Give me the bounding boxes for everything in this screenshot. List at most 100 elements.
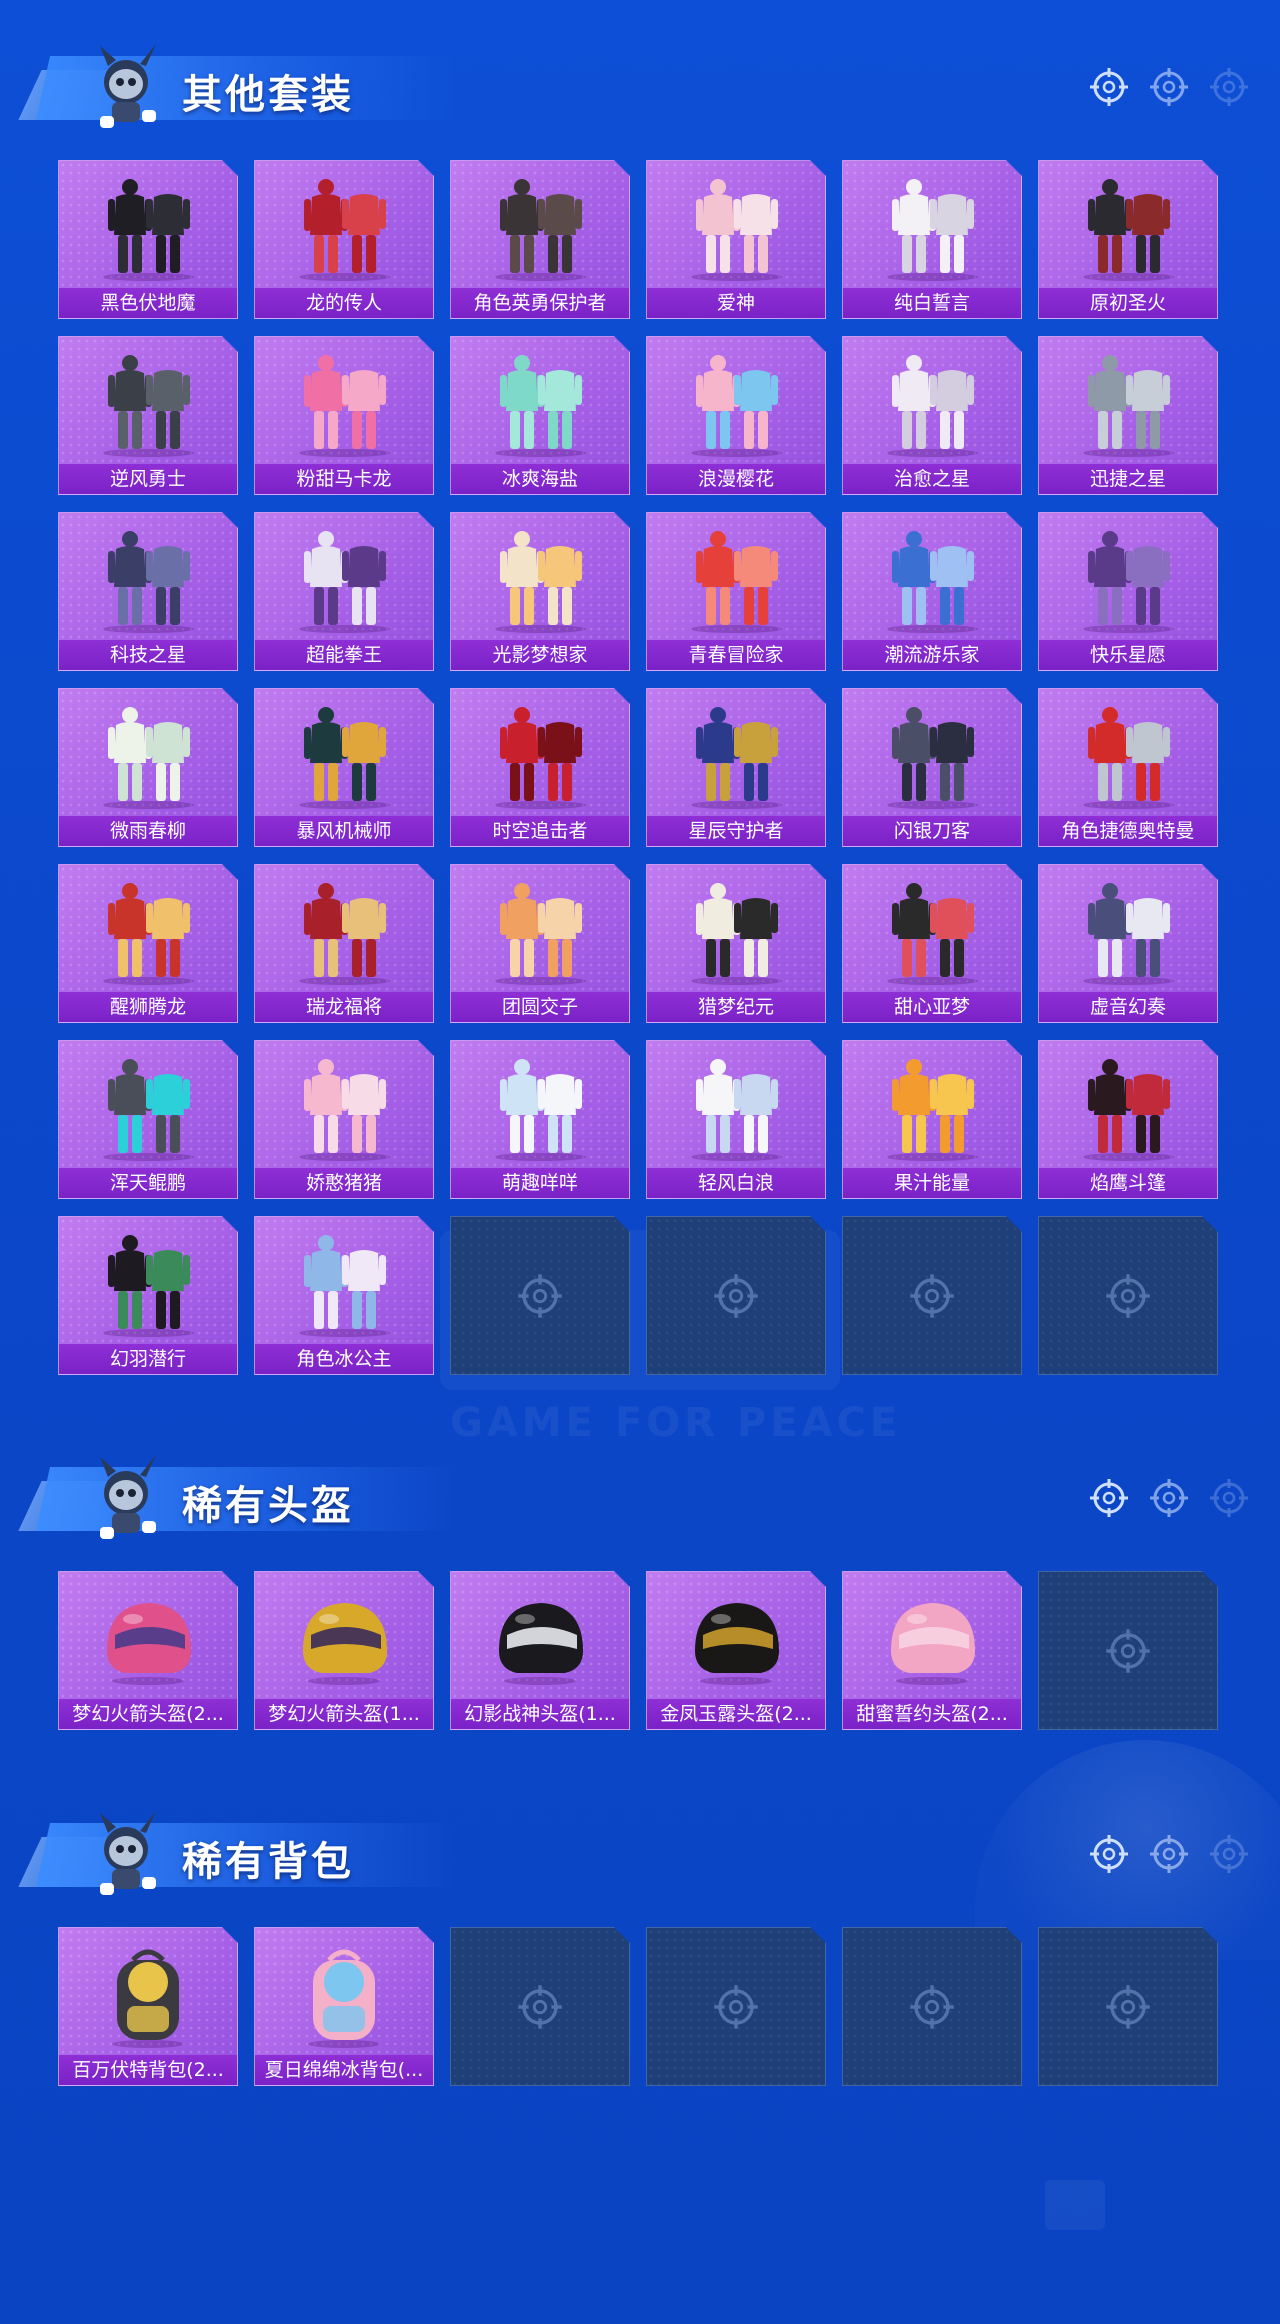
item-card[interactable]: 黑色伏地魔 xyxy=(58,160,238,319)
item-card[interactable]: 微雨春柳 xyxy=(58,688,238,847)
item-card[interactable]: 超能拳王 xyxy=(254,512,434,671)
item-card[interactable]: 幻羽潜行 xyxy=(58,1216,238,1375)
section-header: 稀有背包 xyxy=(0,1797,1280,1907)
item-label: 原初圣火 xyxy=(1039,288,1217,318)
hunter-outfit-icon xyxy=(647,871,825,992)
crosshair-icon xyxy=(1148,66,1190,108)
item-card[interactable]: 浪漫樱花 xyxy=(646,336,826,495)
item-card[interactable]: 果汁能量 xyxy=(842,1040,1022,1199)
item-card[interactable]: 轻风白浪 xyxy=(646,1040,826,1199)
stealth-outfit-icon xyxy=(59,1223,237,1344)
item-card[interactable]: 星辰守护者 xyxy=(646,688,826,847)
cloak-outfit-icon xyxy=(1039,1047,1217,1168)
item-card[interactable]: 角色英勇保护者 xyxy=(450,160,630,319)
item-card[interactable]: 逆风勇士 xyxy=(58,336,238,495)
item-label: 科技之星 xyxy=(59,640,237,670)
empty-slot xyxy=(646,1216,826,1375)
sakura-outfit-icon xyxy=(647,343,825,464)
item-card[interactable]: 粉甜马卡龙 xyxy=(254,336,434,495)
item-card[interactable]: 冰爽海盐 xyxy=(450,336,630,495)
item-card[interactable]: 夏日绵绵冰背包(... xyxy=(254,1927,434,2086)
item-card[interactable]: 百万伏特背包(2... xyxy=(58,1927,238,2086)
section-1: 稀有头盔 梦幻火箭头盔(2... 梦幻火箭头盔(1... 幻影战神头盔(1...… xyxy=(0,1441,1280,1551)
item-label: 果汁能量 xyxy=(843,1168,1021,1198)
empty-slot xyxy=(450,1927,630,2086)
item-card[interactable]: 甜心亚梦 xyxy=(842,864,1022,1023)
icecream-backpack-icon xyxy=(255,1934,433,2055)
item-card[interactable]: 甜蜜誓约头盔(2... xyxy=(842,1571,1022,1730)
item-card[interactable]: 科技之星 xyxy=(58,512,238,671)
blade-outfit-icon xyxy=(843,695,1021,816)
item-card[interactable]: 团圆交子 xyxy=(450,864,630,1023)
pink-bunny-helmet-icon xyxy=(843,1578,1021,1699)
section-header: 稀有头盔 xyxy=(0,1441,1280,1551)
item-label: 时空追击者 xyxy=(451,816,629,846)
boxer-outfit-icon xyxy=(255,519,433,640)
item-card[interactable]: 角色冰公主 xyxy=(254,1216,434,1375)
item-label: 爱神 xyxy=(647,288,825,318)
item-label: 瑞龙福将 xyxy=(255,992,433,1022)
item-label: 微雨春柳 xyxy=(59,816,237,846)
hooded-outfit-icon xyxy=(59,167,237,288)
item-card[interactable]: 角色捷德奥特曼 xyxy=(1038,688,1218,847)
crosshair-decor xyxy=(1088,1477,1250,1519)
empty-slot xyxy=(646,1927,826,2086)
item-label: 潮流游乐家 xyxy=(843,640,1021,670)
item-label: 逆风勇士 xyxy=(59,464,237,494)
empty-slot xyxy=(1038,1216,1218,1375)
item-label: 娇憨猪猪 xyxy=(255,1168,433,1198)
armor-outfit-icon xyxy=(451,167,629,288)
item-label: 迅捷之星 xyxy=(1039,464,1217,494)
item-card[interactable]: 时空追击者 xyxy=(450,688,630,847)
item-label: 治愈之星 xyxy=(843,464,1021,494)
crosshair-icon xyxy=(1088,1833,1130,1875)
item-label: 幻影战神头盔(1... xyxy=(451,1699,629,1729)
item-card[interactable]: 梦幻火箭头盔(2... xyxy=(58,1571,238,1730)
item-card[interactable]: 瑞龙福将 xyxy=(254,864,434,1023)
item-card[interactable]: 快乐星愿 xyxy=(1038,512,1218,671)
pink-helmet-icon xyxy=(59,1578,237,1699)
item-card[interactable]: 潮流游乐家 xyxy=(842,512,1022,671)
crosshair-icon xyxy=(1104,1983,1152,2031)
item-card[interactable]: 纯白誓言 xyxy=(842,160,1022,319)
adventurer-outfit-icon xyxy=(647,519,825,640)
black-helmet-icon xyxy=(451,1578,629,1699)
item-card[interactable]: 萌趣咩咩 xyxy=(450,1040,630,1199)
item-card[interactable]: 猎梦纪元 xyxy=(646,864,826,1023)
crosshair-icon xyxy=(908,1983,956,2031)
breeze-outfit-icon xyxy=(647,1047,825,1168)
item-label: 快乐星愿 xyxy=(1039,640,1217,670)
item-card[interactable]: 虚音幻奏 xyxy=(1038,864,1218,1023)
item-card[interactable]: 浑天鲲鹏 xyxy=(58,1040,238,1199)
item-card[interactable]: 治愈之星 xyxy=(842,336,1022,495)
item-label: 星辰守护者 xyxy=(647,816,825,846)
item-card[interactable]: 金凤玉露头盔(2... xyxy=(646,1571,826,1730)
item-card[interactable]: 爱神 xyxy=(646,160,826,319)
item-card[interactable]: 迅捷之星 xyxy=(1038,336,1218,495)
item-label: 冰爽海盐 xyxy=(451,464,629,494)
item-card[interactable]: 梦幻火箭头盔(1... xyxy=(254,1571,434,1730)
willow-outfit-icon xyxy=(59,695,237,816)
empty-slot xyxy=(842,1216,1022,1375)
item-card[interactable]: 醒狮腾龙 xyxy=(58,864,238,1023)
item-card[interactable]: 暴风机械师 xyxy=(254,688,434,847)
item-card[interactable]: 焰鹰斗篷 xyxy=(1038,1040,1218,1199)
item-label: 猎梦纪元 xyxy=(647,992,825,1022)
item-card[interactable]: 青春冒险家 xyxy=(646,512,826,671)
item-card[interactable]: 闪银刀客 xyxy=(842,688,1022,847)
item-card[interactable]: 龙的传人 xyxy=(254,160,434,319)
item-label: 焰鹰斗篷 xyxy=(1039,1168,1217,1198)
item-label: 幻羽潜行 xyxy=(59,1344,237,1374)
item-card[interactable]: 光影梦想家 xyxy=(450,512,630,671)
item-label: 萌趣咩咩 xyxy=(451,1168,629,1198)
dragon-general-outfit-icon xyxy=(255,871,433,992)
item-label: 甜蜜誓约头盔(2... xyxy=(843,1699,1021,1729)
item-card[interactable]: 原初圣火 xyxy=(1038,160,1218,319)
crosshair-icon xyxy=(516,1272,564,1320)
item-card[interactable]: 幻影战神头盔(1... xyxy=(450,1571,630,1730)
section-header: 其他套装 xyxy=(0,30,1280,140)
cat-backpack-icon xyxy=(59,1934,237,2055)
item-card[interactable]: 娇憨猪猪 xyxy=(254,1040,434,1199)
item-label: 醒狮腾龙 xyxy=(59,992,237,1022)
watermark-text: GAME FOR PEACE xyxy=(450,1400,902,1446)
